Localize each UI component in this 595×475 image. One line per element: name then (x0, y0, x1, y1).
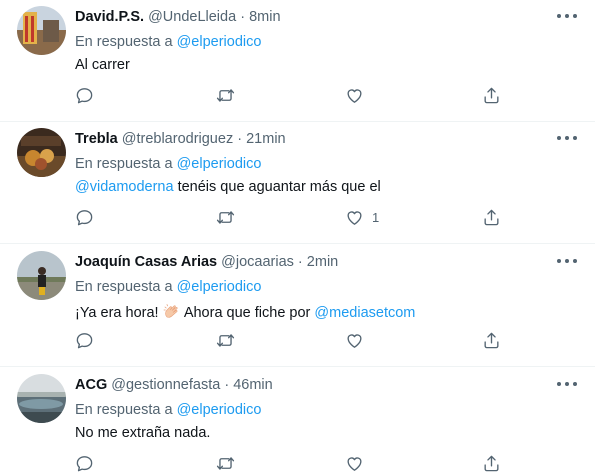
share-button[interactable] (482, 330, 501, 350)
reply-to-link[interactable]: @elperiodico (177, 279, 262, 295)
tweet-text: Al carrer (75, 57, 130, 73)
reply-context: En respuesta a @elperiodico (75, 402, 261, 418)
avatar[interactable] (17, 128, 66, 177)
reply-icon (75, 331, 94, 350)
retweet-icon (216, 208, 235, 227)
share-icon (482, 454, 501, 473)
tweet-body: ¡Ya era hora! (75, 305, 163, 321)
separator-dot: · (237, 131, 243, 147)
timestamp[interactable]: 2min (307, 254, 338, 270)
share-button[interactable] (482, 85, 501, 105)
like-button[interactable]: 1 (345, 207, 379, 227)
share-icon (482, 86, 501, 105)
retweet-icon (216, 454, 235, 473)
reply-prefix: En respuesta a (75, 34, 173, 50)
tweet-body: Al carrer (75, 57, 130, 73)
reply-to-link[interactable]: @elperiodico (177, 402, 262, 418)
tweet-header: David.P.S. @UndeLleida · 8min (75, 9, 281, 25)
display-name[interactable]: Trebla (75, 131, 118, 147)
more-options-icon[interactable] (555, 378, 579, 390)
heart-icon (345, 86, 364, 105)
user-handle[interactable]: @UndeLleida (148, 9, 236, 25)
reply-context: En respuesta a @elperiodico (75, 156, 261, 172)
reply-to-link[interactable]: @elperiodico (177, 156, 262, 172)
retweet-icon (216, 86, 235, 105)
reply-button[interactable] (75, 330, 94, 350)
retweet-button[interactable] (216, 85, 235, 105)
display-name[interactable]: Joaquín Casas Arias (75, 254, 217, 270)
heart-icon (345, 208, 364, 227)
heart-icon (345, 454, 364, 473)
more-options-icon[interactable] (555, 132, 579, 144)
tweet-text: ¡Ya era hora! Ahora que fiche por @media… (75, 302, 415, 321)
tweet-body-continued: Ahora que fiche por (180, 305, 315, 321)
tweet[interactable]: Trebla @treblarodriguez · 21min En respu… (0, 122, 595, 244)
reply-prefix: En respuesta a (75, 279, 173, 295)
like-button[interactable] (345, 453, 372, 473)
share-button[interactable] (482, 207, 501, 227)
reply-to-link[interactable]: @elperiodico (177, 34, 262, 50)
share-button[interactable] (482, 453, 501, 473)
tweet-header: Trebla @treblarodriguez · 21min (75, 131, 286, 147)
tweet-header: ACG @gestionnefasta · 46min (75, 377, 273, 393)
clapping-hands-emoji (163, 304, 178, 318)
tweet-body: tenéis que aguantar más que el (173, 179, 381, 195)
separator-dot: · (224, 377, 230, 393)
retweet-button[interactable] (216, 453, 235, 473)
mention-link[interactable]: @vidamoderna (75, 179, 174, 195)
display-name[interactable]: David.P.S. (75, 9, 144, 25)
reply-context: En respuesta a @elperiodico (75, 34, 261, 50)
tweet-body: No me extraña nada. (75, 425, 211, 441)
retweet-icon (216, 331, 235, 350)
retweet-button[interactable] (216, 207, 235, 227)
tweet-actions: 1 (75, 207, 515, 229)
tweet[interactable]: ACG @gestionnefasta · 46min En respuesta… (0, 368, 595, 475)
separator-dot: · (297, 254, 303, 270)
user-handle[interactable]: @jocaarias (221, 254, 294, 270)
tweet-feed: David.P.S. @UndeLleida · 8min En respues… (0, 0, 595, 475)
share-icon (482, 331, 501, 350)
tweet-text: @vidamoderna tenéis que aguantar más que… (75, 179, 381, 195)
avatar[interactable] (17, 251, 66, 300)
timestamp[interactable]: 46min (233, 377, 273, 393)
mention-link[interactable]: @mediasetcom (314, 305, 415, 321)
tweet-actions (75, 453, 515, 475)
user-handle[interactable]: @treblarodriguez (122, 131, 233, 147)
more-options-icon[interactable] (555, 10, 579, 22)
like-count: 1 (372, 209, 380, 225)
reply-button[interactable] (75, 453, 94, 473)
retweet-button[interactable] (216, 330, 235, 350)
timestamp[interactable]: 21min (246, 131, 286, 147)
tweet-header: Joaquín Casas Arias @jocaarias · 2min (75, 254, 338, 270)
reply-prefix: En respuesta a (75, 156, 173, 172)
avatar[interactable] (17, 374, 66, 423)
timestamp[interactable]: 8min (249, 9, 280, 25)
tweet[interactable]: David.P.S. @UndeLleida · 8min En respues… (0, 0, 595, 122)
heart-icon (345, 331, 364, 350)
tweet-text: No me extraña nada. (75, 425, 210, 441)
separator-dot: · (240, 9, 246, 25)
like-button[interactable] (345, 330, 372, 350)
share-icon (482, 208, 501, 227)
reply-icon (75, 86, 94, 105)
user-handle[interactable]: @gestionnefasta (111, 377, 220, 393)
more-options-icon[interactable] (555, 255, 579, 267)
like-button[interactable] (345, 85, 372, 105)
avatar[interactable] (17, 6, 66, 55)
reply-context: En respuesta a @elperiodico (75, 279, 261, 295)
reply-icon (75, 208, 94, 227)
tweet[interactable]: Joaquín Casas Arias @jocaarias · 2min En… (0, 245, 595, 367)
reply-button[interactable] (75, 85, 94, 105)
display-name[interactable]: ACG (75, 377, 107, 393)
reply-prefix: En respuesta a (75, 402, 173, 418)
reply-button[interactable] (75, 207, 94, 227)
reply-icon (75, 454, 94, 473)
tweet-actions (75, 85, 515, 107)
tweet-actions (75, 330, 515, 352)
